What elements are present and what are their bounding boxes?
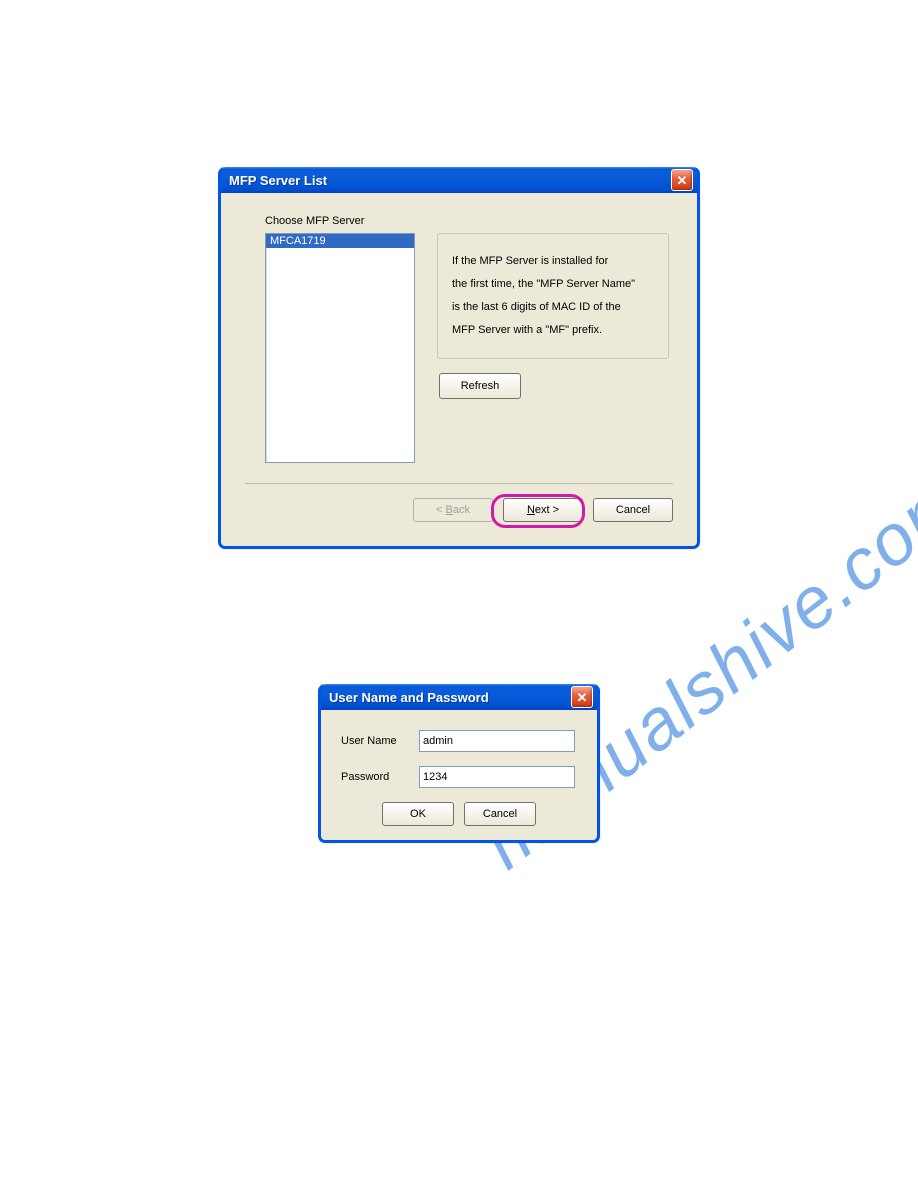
title-bar[interactable]: User Name and Password ✕ <box>321 684 597 710</box>
separator <box>245 483 673 484</box>
dialog-title: User Name and Password <box>329 690 571 705</box>
username-label: User Name <box>335 735 419 747</box>
back-button: < Back <box>413 498 493 522</box>
refresh-button[interactable]: Refresh <box>439 373 521 399</box>
next-button[interactable]: Next > <box>503 498 583 522</box>
info-line: If the MFP Server is installed for <box>452 250 654 273</box>
cancel-button[interactable]: Cancel <box>593 498 673 522</box>
info-line: the first time, the "MFP Server Name" <box>452 273 654 296</box>
info-panel: If the MFP Server is installed for the f… <box>437 233 669 359</box>
back-key: B <box>446 504 453 516</box>
password-input[interactable] <box>419 766 575 788</box>
username-input[interactable] <box>419 730 575 752</box>
title-bar[interactable]: MFP Server List ✕ <box>221 167 697 193</box>
ok-button[interactable]: OK <box>382 802 454 826</box>
info-line: MFP Server with a "MF" prefix. <box>452 319 654 342</box>
choose-server-label: Choose MFP Server <box>265 215 681 227</box>
dialog-title: MFP Server List <box>229 173 671 188</box>
list-item[interactable]: MFCA1719 <box>266 234 414 248</box>
password-label: Password <box>335 771 419 783</box>
server-listbox[interactable]: MFCA1719 <box>265 233 415 463</box>
dialog-footer: OK Cancel <box>335 802 583 826</box>
next-rest: ext > <box>535 504 559 516</box>
close-icon[interactable]: ✕ <box>571 686 593 708</box>
dialog-body: User Name Password OK Cancel <box>321 710 597 840</box>
info-line: is the last 6 digits of MAC ID of the <box>452 296 654 319</box>
cancel-button[interactable]: Cancel <box>464 802 536 826</box>
close-icon[interactable]: ✕ <box>671 169 693 191</box>
next-key: N <box>527 504 535 516</box>
dialog-body: Choose MFP Server MFCA1719 If the MFP Se… <box>221 193 697 546</box>
auth-dialog: User Name and Password ✕ User Name Passw… <box>318 684 600 843</box>
mfp-server-list-dialog: MFP Server List ✕ Choose MFP Server MFCA… <box>218 167 700 549</box>
wizard-footer: < Back Next > Cancel <box>237 498 681 530</box>
back-rest: ack <box>453 504 470 516</box>
back-prefix: < <box>436 504 445 516</box>
